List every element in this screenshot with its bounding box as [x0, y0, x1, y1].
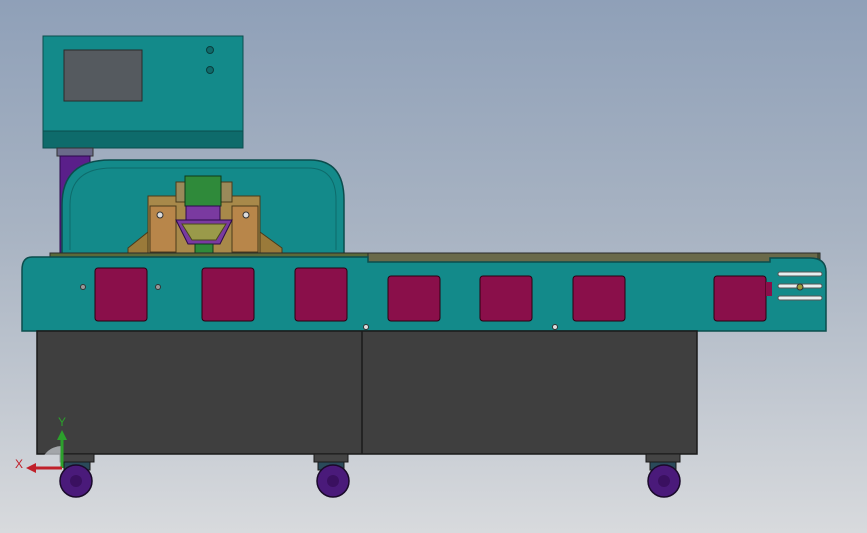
caster — [313, 453, 350, 498]
x-axis-label: X — [15, 457, 23, 471]
y-axis-label: Y — [58, 415, 66, 429]
control-knob-top — [206, 46, 214, 54]
front-panel — [94, 267, 148, 322]
front-panel — [572, 275, 626, 322]
front-panel — [713, 275, 767, 322]
front-panel — [387, 275, 441, 322]
caster — [645, 453, 681, 498]
lower-cabinet — [36, 330, 698, 455]
front-panel — [294, 267, 348, 322]
front-panel — [201, 267, 255, 322]
front-panel — [479, 275, 533, 322]
machine-model: Y X — [15, 35, 827, 498]
green-motor-block — [184, 175, 222, 207]
control-box — [42, 35, 244, 149]
control-screen — [63, 49, 143, 102]
cad-viewport[interactable]: Y X — [0, 0, 867, 533]
caster — [59, 453, 95, 498]
caster-wheels — [59, 453, 681, 498]
control-knob-bottom — [206, 66, 214, 74]
